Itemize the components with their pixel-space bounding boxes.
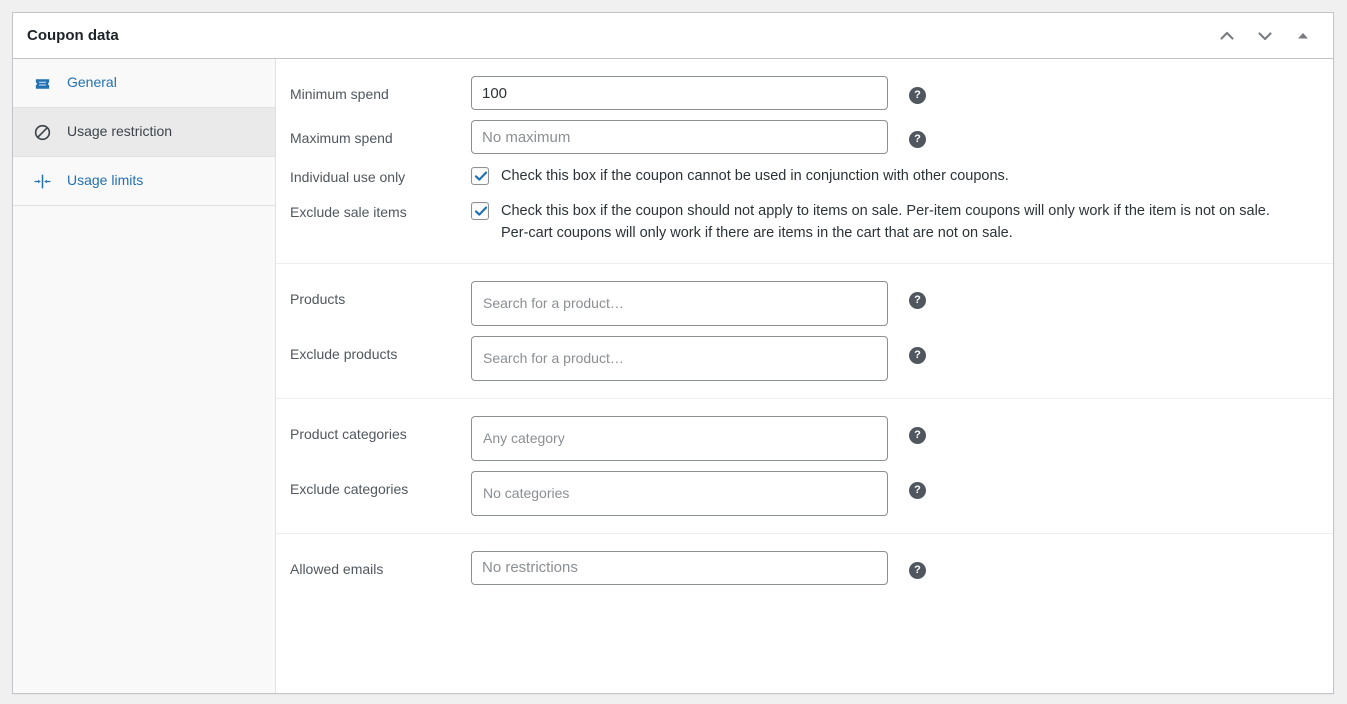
exclude-categories-label: Exclude categories <box>290 480 409 497</box>
exclude-sale-items-label: Exclude sale items <box>290 204 407 220</box>
help-icon[interactable]: ? <box>909 131 926 148</box>
exclude-categories-placeholder: No categories <box>483 484 570 501</box>
products-control: Search for a product… <box>471 280 888 326</box>
help-icon[interactable]: ? <box>909 346 926 364</box>
move-down-button[interactable] <box>1247 18 1283 54</box>
sidebar-item-usage-restriction[interactable]: Usage restriction <box>13 108 275 157</box>
maximum-spend-control <box>471 120 888 154</box>
sidebar-item-label: General <box>67 74 117 91</box>
minimum-spend-input[interactable] <box>471 76 888 110</box>
option-group-category-restrictions: Product categories Any category ? Exclud… <box>276 399 1333 534</box>
product-categories-control: Any category <box>471 415 888 461</box>
move-up-button[interactable] <box>1209 18 1245 54</box>
product-categories-select[interactable]: Any category <box>471 415 888 461</box>
help-icon[interactable]: ? <box>909 481 926 499</box>
usage-limits-icon <box>31 172 53 191</box>
products-label: Products <box>290 290 346 307</box>
minimum-spend-help: ? <box>888 76 926 104</box>
products-search-input[interactable]: Search for a product… <box>471 280 888 326</box>
field-maximum-spend: Maximum spend ? <box>276 115 1333 159</box>
product-categories-placeholder: Any category <box>483 429 565 446</box>
option-group-general-restrictions: Minimum spend ? Maximum spend ? <box>276 59 1333 264</box>
field-exclude-products: Exclude products Search for a product… ? <box>276 331 1333 386</box>
help-icon[interactable]: ? <box>909 561 926 579</box>
exclude-categories-select[interactable]: No categories <box>471 470 888 516</box>
help-icon[interactable]: ? <box>909 87 926 104</box>
triangle-up-icon <box>1294 27 1312 45</box>
maximum-spend-label: Maximum spend <box>290 130 393 146</box>
field-products: Products Search for a product… ? <box>276 276 1333 331</box>
minimum-spend-control <box>471 76 888 110</box>
exclude-categories-help: ? <box>888 471 926 499</box>
allowed-emails-label: Allowed emails <box>290 560 384 577</box>
individual-use-only-checkbox[interactable] <box>471 167 489 185</box>
exclude-products-help: ? <box>888 336 926 364</box>
coupon-data-panel: Coupon data General Usage restriction Us… <box>12 12 1334 694</box>
usage-restriction-options: Minimum spend ? Maximum spend ? <box>276 59 1333 693</box>
panel-body: General Usage restriction Usage limits M… <box>13 59 1333 693</box>
individual-use-only-control: Check this box if the coupon cannot be u… <box>471 165 1301 187</box>
product-categories-label: Product categories <box>290 425 407 442</box>
products-placeholder: Search for a product… <box>483 294 624 311</box>
exclude-sale-items-checkbox[interactable] <box>471 202 489 220</box>
exclude-products-control: Search for a product… <box>471 335 888 381</box>
field-exclude-sale-items: Exclude sale items Check this box if the… <box>276 194 1333 251</box>
field-individual-use-only: Individual use only Check this box if th… <box>276 159 1333 194</box>
products-help: ? <box>888 281 926 309</box>
panel-handle-actions <box>1209 18 1321 54</box>
panel-header: Coupon data <box>13 13 1333 59</box>
sidebar-item-label: Usage limits <box>67 172 144 189</box>
sidebar-item-general[interactable]: General <box>13 59 275 108</box>
exclude-products-search-input[interactable]: Search for a product… <box>471 335 888 381</box>
minimum-spend-label: Minimum spend <box>290 86 389 102</box>
ticket-icon <box>31 74 53 93</box>
maximum-spend-input[interactable] <box>471 120 888 154</box>
help-icon[interactable]: ? <box>909 291 926 309</box>
toggle-panel-button[interactable] <box>1285 18 1321 54</box>
option-group-product-restrictions: Products Search for a product… ? Exclude… <box>276 264 1333 399</box>
chevron-down-icon <box>1255 26 1275 46</box>
page-title: Coupon data <box>27 27 119 44</box>
chevron-up-icon <box>1217 26 1237 46</box>
field-product-categories: Product categories Any category ? <box>276 411 1333 466</box>
individual-use-only-description: Check this box if the coupon cannot be u… <box>501 168 1009 184</box>
individual-use-only-label: Individual use only <box>290 169 406 185</box>
coupon-data-tabs: General Usage restriction Usage limits <box>13 59 276 693</box>
field-allowed-emails: Allowed emails ? <box>276 546 1333 590</box>
field-minimum-spend: Minimum spend ? <box>276 71 1333 115</box>
exclude-products-placeholder: Search for a product… <box>483 349 624 366</box>
allowed-emails-control <box>471 550 888 585</box>
exclude-products-label: Exclude products <box>290 345 398 362</box>
allowed-emails-help: ? <box>888 551 926 579</box>
product-categories-help: ? <box>888 416 926 444</box>
exclude-sale-items-description: Check this box if the coupon should not … <box>501 203 1270 242</box>
exclude-sale-items-control: Check this box if the coupon should not … <box>471 200 1301 245</box>
allowed-emails-input[interactable] <box>471 550 888 585</box>
option-group-email-restrictions: Allowed emails ? <box>276 534 1333 602</box>
sidebar-item-label: Usage restriction <box>67 123 173 140</box>
field-exclude-categories: Exclude categories No categories ? <box>276 466 1333 521</box>
maximum-spend-help: ? <box>888 120 926 148</box>
exclude-categories-control: No categories <box>471 470 888 516</box>
help-icon[interactable]: ? <box>909 426 926 444</box>
sidebar-item-usage-limits[interactable]: Usage limits <box>13 157 275 206</box>
no-entry-icon <box>31 123 53 142</box>
